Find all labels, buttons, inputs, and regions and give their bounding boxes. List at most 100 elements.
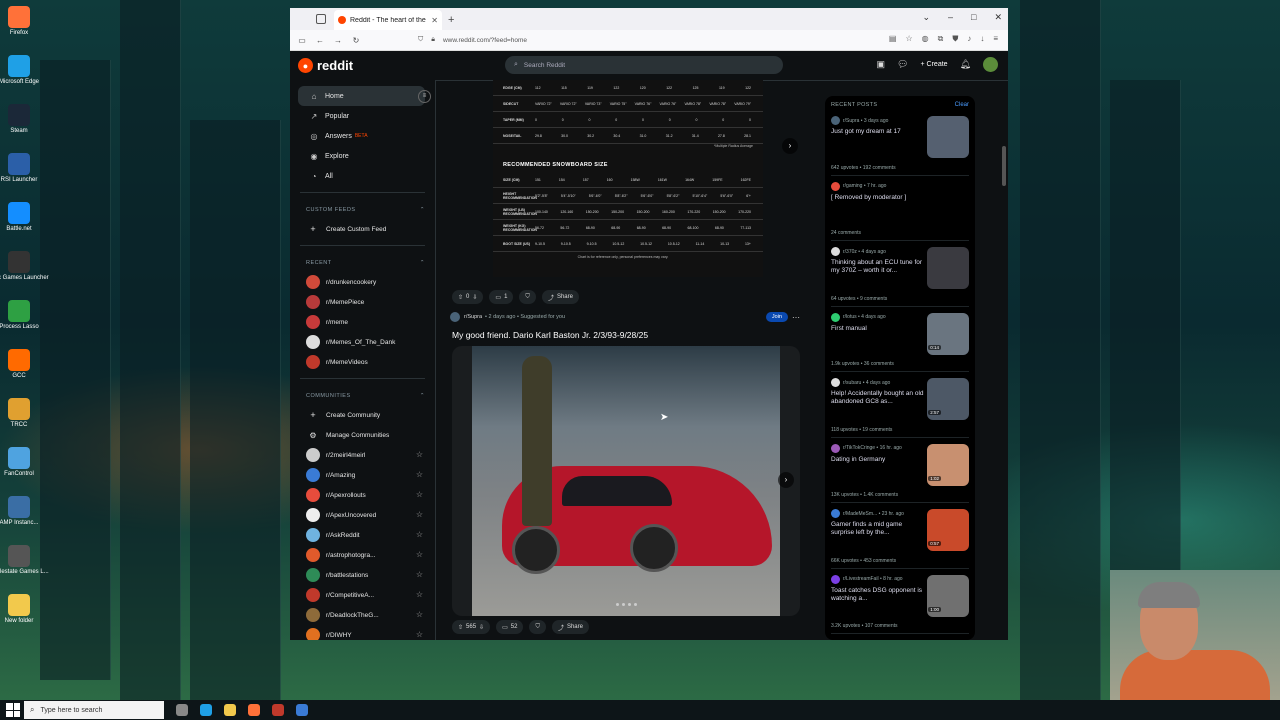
recent-post-subreddit[interactable]: r/gaming • 7 hr. ago <box>831 181 886 191</box>
desktop-app-icon[interactable] <box>8 300 30 322</box>
search-input[interactable]: ⌕ Search Reddit <box>505 56 783 74</box>
recent-post-title[interactable]: Dating in Germany <box>831 456 927 464</box>
sidebar-toggle-icon[interactable]: ▭ <box>296 36 308 45</box>
create-community-button[interactable]: + Create Community <box>306 405 435 425</box>
recent-header[interactable]: RECENT ⌃ <box>306 258 425 268</box>
share-button[interactable]: ⤴ Share <box>551 620 589 634</box>
task-view-icon[interactable] <box>176 704 188 716</box>
more-options-icon[interactable]: ⋯ <box>792 313 800 322</box>
steam-taskbar-icon[interactable] <box>296 704 308 716</box>
communities-header[interactable]: COMMUNITIES ⌃ <box>306 391 425 401</box>
desktop-icon[interactable]: GCC <box>2 345 36 394</box>
favorite-star-icon[interactable]: ☆ <box>416 510 423 519</box>
extensions-puzzle-icon[interactable]: ⧉ <box>938 34 944 44</box>
chevron-down-icon[interactable]: ⌄ <box>922 12 930 23</box>
subreddit-item[interactable]: r/meme <box>306 312 435 332</box>
tab-reddit[interactable]: Reddit - The heart of the intern ✕ <box>334 10 442 30</box>
subreddit-item[interactable]: r/MemeVideos <box>306 352 435 372</box>
subreddit-item[interactable]: r/AskReddit ☆ <box>306 525 435 545</box>
desktop-app-icon[interactable] <box>8 447 30 469</box>
recent-post-title[interactable]: Gamer finds a mid game surprise left by … <box>831 521 927 537</box>
user-avatar[interactable] <box>983 57 998 72</box>
vote-control[interactable]: ⇧ 565 ⇩ <box>452 620 491 634</box>
app-taskbar-icon[interactable] <box>272 704 284 716</box>
shield-icon[interactable]: ⛉ <box>418 36 423 44</box>
downloads-icon[interactable]: ↓ <box>980 34 984 44</box>
desktop-icon[interactable]: AMP Instanc... <box>0 492 38 541</box>
forward-icon[interactable]: → <box>332 36 344 45</box>
subreddit-item[interactable]: r/drunkencookery <box>306 272 435 292</box>
desktop-app-icon[interactable] <box>8 349 30 371</box>
reload-icon[interactable]: ↻ <box>350 36 362 45</box>
subreddit-avatar[interactable] <box>450 312 460 322</box>
recent-post-subreddit[interactable]: r/370z • 4 days ago <box>831 247 886 256</box>
post-photo[interactable]: ➤ <box>472 346 780 616</box>
recent-post-title[interactable]: First manual <box>831 325 927 333</box>
desktop-icon[interactable]: Microsoft Edge <box>0 51 39 100</box>
desktop-icon[interactable]: Battle.net <box>2 198 36 247</box>
chat-icon[interactable]: 💬︎ <box>897 59 908 70</box>
desktop-app-icon[interactable] <box>8 55 30 77</box>
recent-post-title[interactable]: Thinking about an ECU tune for my 370Z –… <box>831 259 927 275</box>
desktop-app-icon[interactable] <box>8 202 30 224</box>
recent-post-thumbnail[interactable] <box>927 247 969 289</box>
recent-post-subreddit[interactable]: r/lotus • 4 days ago <box>831 312 886 322</box>
custom-feeds-header[interactable]: CUSTOM FEEDS ⌃ <box>306 205 425 215</box>
clear-recent-button[interactable]: Clear <box>955 102 969 108</box>
create-custom-feed-button[interactable]: + Create Custom Feed <box>306 219 435 239</box>
recent-post-subreddit[interactable]: r/subaru • 4 days ago <box>831 378 890 387</box>
comments-button[interactable]: ▭ 1 <box>489 290 514 304</box>
join-button[interactable]: Join <box>765 312 788 322</box>
award-button[interactable]: ⛉ <box>529 620 546 634</box>
favorite-star-icon[interactable]: ☆ <box>416 490 423 499</box>
menu-icon[interactable]: ≡ <box>993 34 998 44</box>
extension-icon[interactable]: ◍ <box>922 34 929 44</box>
favorite-star-icon[interactable]: ☆ <box>416 570 423 579</box>
create-post-button[interactable]: + Create <box>921 61 948 68</box>
recent-post-title[interactable]: Toast catches DSG opponent is watching a… <box>831 587 927 603</box>
recent-post-item[interactable]: r/gaming • 7 hr. ago [ Removed by moderat… <box>831 176 969 241</box>
recent-post-thumbnail[interactable] <box>927 116 969 158</box>
upvote-icon[interactable]: ⇧ <box>458 294 463 301</box>
new-tab-button[interactable]: + <box>448 10 454 30</box>
favorite-star-icon[interactable]: ☆ <box>416 590 423 599</box>
recent-post-item[interactable]: r/LivestreamFail • 8 hr. ago Toast catche… <box>831 569 969 634</box>
sidebar-item-popular[interactable]: ↗ Popular <box>298 106 425 126</box>
bookmark-star-icon[interactable]: ☆ <box>905 34 912 44</box>
subreddit-item[interactable]: r/battlestations ☆ <box>306 565 435 585</box>
recent-post-title[interactable]: Just got my dream at 17 <box>831 128 927 136</box>
collapse-sidebar-icon[interactable]: ≡ <box>418 90 431 103</box>
notifications-bell-icon[interactable]: 🔔︎ <box>960 59 971 70</box>
recent-post-item[interactable]: r/370z • 4 days ago Thinking about an ECU… <box>831 241 969 307</box>
carousel-dot[interactable] <box>628 603 631 606</box>
file-explorer-icon[interactable] <box>224 704 236 716</box>
reddit-logo[interactable]: ● reddit <box>298 58 353 73</box>
carousel-next-button[interactable]: › <box>782 138 798 154</box>
close-window-button[interactable]: ✕ <box>994 12 1002 23</box>
sidebar-item-all[interactable]: ◔ All <box>298 166 425 186</box>
downvote-icon[interactable]: ⇩ <box>479 624 484 631</box>
desktop-icon[interactable]: TRCC <box>2 394 36 443</box>
favorite-star-icon[interactable]: ☆ <box>416 610 423 619</box>
carousel-dot[interactable] <box>616 603 619 606</box>
sidebar-item-home[interactable]: ⌂ Home <box>298 86 425 106</box>
favorite-star-icon[interactable]: ☆ <box>416 630 423 639</box>
page-scrollbar[interactable] <box>1002 146 1006 186</box>
carousel-dot[interactable] <box>634 603 637 606</box>
recent-post-item[interactable]: r/lotus • 4 days ago First manual 1.9k upv… <box>831 307 969 372</box>
subreddit-item[interactable]: r/Amazing ☆ <box>306 465 435 485</box>
desktop-icon[interactable]: Process Lasso <box>0 296 39 345</box>
recent-post-subreddit[interactable]: r/Supra • 3 days ago <box>831 116 888 125</box>
carousel-dot[interactable] <box>622 603 625 606</box>
desktop-icon[interactable]: Firefox <box>2 2 36 51</box>
maximize-button[interactable]: □ <box>971 12 976 23</box>
desktop-app-icon[interactable] <box>8 398 30 420</box>
recent-post-item[interactable]: r/Supra • 3 days ago Just got my dream at… <box>831 110 969 176</box>
desktop-app-icon[interactable] <box>8 545 30 567</box>
recent-post-subreddit[interactable]: r/LivestreamFail • 8 hr. ago <box>831 574 903 584</box>
desktop-app-icon[interactable] <box>8 104 30 126</box>
sidebar-item-answers[interactable]: ◎ Answers BETA <box>298 126 425 146</box>
taskbar-search-input[interactable]: ⌕ Type here to search <box>24 701 164 719</box>
tab-list-icon[interactable] <box>316 14 326 24</box>
desktop-icon[interactable]: RSI Launcher <box>1 149 37 198</box>
